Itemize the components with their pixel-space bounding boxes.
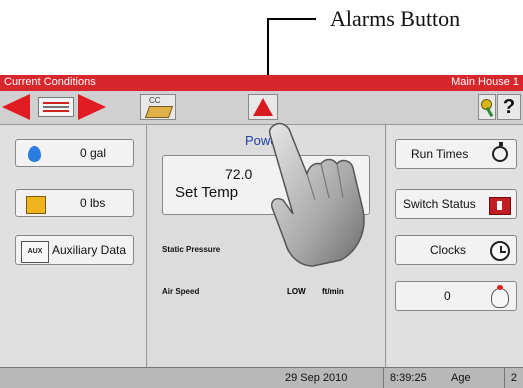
set-temp-label: Set Temp [175,184,239,201]
security-key-button[interactable] [478,94,496,120]
next-screen-arrow-icon[interactable] [78,94,106,120]
alarms-button-callout: Alarms Button [330,6,461,31]
run-times-button[interactable]: Run Times [395,139,517,169]
status-time: 8:39:25 [390,372,427,384]
feed-bin-icon [26,196,46,214]
water-button[interactable]: 0 gal [15,139,134,167]
cc-icon [144,106,174,118]
toolbar: CC ? [0,91,523,125]
feed-value: 0 lbs [80,196,106,210]
callout-pointer-line [267,18,269,82]
status-bar: 29 Sep 2010 8:39:25 Age 2 [0,367,523,388]
center-panel: Power 72.0 Set Temp Temp Static Pressure… [148,125,386,367]
power-label: Power [245,133,282,148]
air-speed-label: Air Speed [162,287,200,296]
bird-count-button[interactable]: 0 [395,281,517,311]
air-speed-value: LOW [287,287,306,296]
clocks-label: Clocks [430,243,467,257]
static-pressure-label: Static Pressure [162,245,221,254]
screen-title: Current Conditions [4,76,96,88]
static-pressure-value: 0.08 [287,245,303,254]
alarms-button[interactable] [248,94,278,120]
help-button[interactable]: ? [497,94,521,120]
cc-label: CC [149,96,161,105]
room-temp-label: Temp [321,184,358,201]
controller-screen: Current Conditions Main House 1 CC ? 0 g… [0,75,523,388]
water-value: 0 gal [80,146,107,160]
feed-button[interactable]: 0 lbs [15,189,134,217]
switch-status-button[interactable]: Switch Status [395,189,517,219]
static-pressure-unit: In [322,245,330,254]
chicken-icon [491,285,509,308]
callout-line [268,18,316,20]
set-temp-value: 72.0 [225,166,253,182]
previous-screen-arrow-icon[interactable] [2,94,30,120]
clock-icon [490,241,510,261]
menu-list-icon[interactable] [38,97,74,117]
current-conditions-button[interactable]: CC [140,94,176,120]
temperature-button[interactable]: 72.0 Set Temp Temp [162,155,370,215]
air-speed-unit: ft/min [322,287,344,296]
switch-icon [489,197,511,215]
switch-status-label: Switch Status [403,197,476,211]
age-label: Age [451,372,471,384]
auxiliary-data-button[interactable]: AUX Auxiliary Data [15,235,134,265]
left-panel: 0 gal 0 lbs AUX Auxiliary Data [0,125,147,367]
bird-count-value: 0 [444,289,451,303]
status-date: 29 Sep 2010 [285,372,348,384]
auxiliary-data-label: Auxiliary Data [52,243,127,257]
run-times-label: Run Times [411,147,469,161]
title-bar: Current Conditions Main House 1 [0,75,523,91]
clocks-button[interactable]: Clocks [395,235,517,265]
house-name: Main House 1 [451,76,519,88]
alarm-warning-icon [253,98,273,116]
stopwatch-icon [492,142,508,162]
water-drop-icon [28,146,41,162]
aux-grid-icon: AUX [21,241,49,263]
age-value: 2 [510,372,517,384]
right-panel: Run Times Switch Status Clocks 0 [387,125,523,367]
